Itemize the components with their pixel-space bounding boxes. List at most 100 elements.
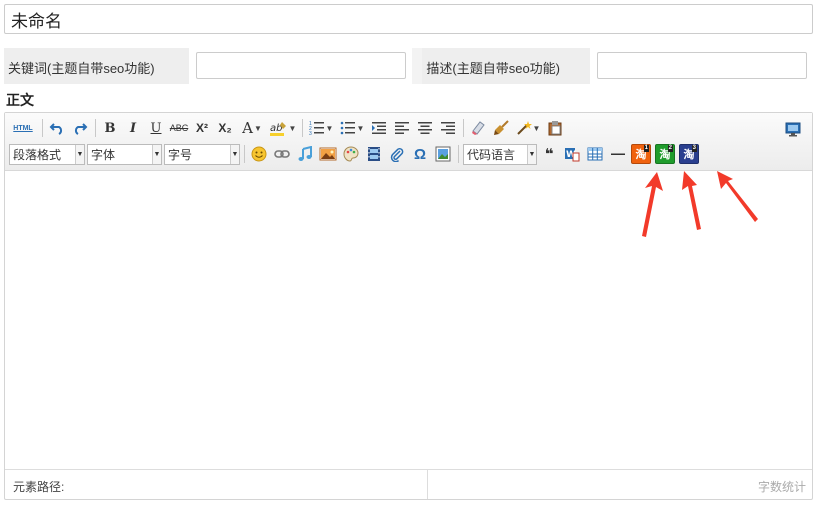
keywords-input[interactable] [195, 52, 407, 79]
taobao-button-3[interactable]: 淘3 [679, 144, 699, 164]
image-icon [319, 147, 337, 161]
palette-icon [343, 146, 359, 162]
fullscreen-button[interactable] [783, 119, 803, 139]
image-button[interactable] [318, 144, 338, 164]
strikethrough-button[interactable]: ABC [169, 118, 189, 138]
chevron-down-icon: ▼ [532, 123, 541, 133]
highlight-icon: ab [269, 122, 286, 136]
brush-icon [494, 120, 509, 135]
undo-button[interactable] [47, 118, 67, 138]
align-center-button[interactable] [415, 118, 435, 138]
music-note-icon [298, 146, 312, 161]
video-button[interactable] [364, 144, 384, 164]
music-button[interactable] [295, 144, 315, 164]
editor-status-bar: 元素路径: 字数统计 [5, 469, 812, 499]
chevron-down-icon: ▼ [356, 123, 365, 133]
rich-text-editor: HTML B I U ABC X² X₂ A ▼ ab ▼ 1 2 3 ▼ ▼ … [4, 112, 813, 500]
indent-icon [372, 122, 386, 134]
highlight-color-button[interactable]: ab ▼ [269, 118, 297, 138]
paragraph-format-label: 段落格式 [13, 147, 62, 162]
font-size-label: 字号 [168, 147, 193, 162]
format-painter-button[interactable] [491, 118, 511, 138]
align-left-button[interactable] [392, 118, 412, 138]
paragraph-format-select[interactable]: 段落格式 ▼ [9, 143, 85, 165]
svg-text:3: 3 [309, 131, 312, 136]
subscript-button[interactable]: X₂ [215, 118, 235, 138]
align-right-button[interactable] [438, 118, 458, 138]
body-label: 正文 [6, 93, 34, 109]
font-color-button[interactable]: A ▼ [238, 118, 266, 138]
toolbar-row-1: HTML B I U ABC X² X₂ A ▼ ab ▼ 1 2 3 ▼ ▼ … [9, 117, 568, 139]
magic-wand-icon [516, 121, 532, 135]
eraser-button[interactable] [468, 118, 488, 138]
font-family-select[interactable]: 字体 ▼ [87, 143, 162, 165]
table-icon [587, 147, 603, 161]
italic-label: I [129, 120, 137, 136]
redo-icon [74, 123, 88, 135]
title-input[interactable] [4, 4, 813, 34]
html-source-button[interactable]: HTML [9, 118, 37, 138]
taobao-badge: 3 [691, 145, 697, 152]
blockquote-button[interactable]: ❝ [539, 144, 559, 164]
chevron-down-icon: ▼ [253, 123, 262, 133]
insert-frame-button[interactable] [433, 144, 453, 164]
underline-button[interactable]: U [146, 118, 166, 138]
film-icon [368, 147, 380, 161]
chevron-down-icon: ▼ [288, 123, 297, 133]
unordered-list-button[interactable]: ▼ [338, 118, 366, 138]
attachment-button[interactable] [387, 144, 407, 164]
chevron-down-icon: ▼ [152, 144, 161, 164]
unordered-list-icon [340, 121, 355, 135]
superscript-button[interactable]: X² [192, 118, 212, 138]
taobao-button-1[interactable]: 淘1 [631, 144, 651, 164]
special-chars-button[interactable]: Ω [410, 144, 430, 164]
taobao-badge: 1 [643, 145, 649, 152]
code-language-select[interactable]: 代码语言 ▼ [463, 143, 537, 165]
paste-from-word-button[interactable]: W [562, 144, 582, 164]
eraser-icon [472, 121, 485, 135]
strike-label: ABC [169, 123, 189, 133]
description-input[interactable] [596, 52, 807, 79]
link-button[interactable] [272, 144, 292, 164]
editor-content-area[interactable] [5, 171, 812, 469]
quote-icon: ❝ [544, 146, 554, 163]
horizontal-line-icon [611, 153, 625, 155]
superscript-label: X² [196, 121, 208, 135]
undo-icon [49, 123, 63, 135]
italic-button[interactable]: I [123, 118, 143, 138]
chevron-down-icon: ▼ [527, 144, 536, 164]
chevron-down-icon: ▼ [325, 123, 334, 133]
description-label: 描述(主题自带seo功能) [422, 48, 591, 84]
seo-meta-row: 关键词(主题自带seo功能) 描述(主题自带seo功能) [4, 48, 813, 84]
horizontal-rule-button[interactable] [608, 144, 628, 164]
picture-frame-icon [435, 146, 451, 162]
chevron-down-icon: ▼ [75, 144, 84, 164]
scrawl-button[interactable] [341, 144, 361, 164]
smiley-icon [251, 146, 267, 162]
subscript-label: X₂ [218, 121, 232, 135]
element-path: 元素路径: [5, 470, 428, 499]
paste-text-button[interactable] [545, 118, 565, 138]
ordered-list-button[interactable]: 123 ▼ [307, 118, 335, 138]
monitor-icon [785, 122, 801, 137]
emoticon-button[interactable] [249, 144, 269, 164]
font-color-label: A [242, 119, 253, 137]
underline-label: U [150, 120, 162, 136]
bold-button[interactable]: B [100, 118, 120, 138]
font-family-label: 字体 [91, 147, 116, 162]
taobao-button-2[interactable]: 淘2 [655, 144, 675, 164]
toolbar-row-2: 段落格式 ▼ 字体 ▼ 字号 ▼ Ω 代码语言 ▼ ❝ W 淘 1 淘 2 淘 … [9, 143, 703, 165]
align-right-icon [441, 122, 455, 134]
font-size-select[interactable]: 字号 ▼ [164, 143, 240, 165]
word-icon: W [565, 148, 580, 162]
clipboard-icon [548, 121, 562, 136]
magic-wand-button[interactable]: ▼ [514, 118, 542, 138]
redo-button[interactable] [70, 118, 90, 138]
insert-table-button[interactable] [585, 144, 605, 164]
ordered-list-icon: 123 [309, 121, 324, 136]
indent-button[interactable] [369, 118, 389, 138]
taobao-badge: 2 [667, 145, 673, 152]
paperclip-icon [390, 147, 404, 162]
html-label: HTML [13, 124, 33, 132]
chevron-down-icon: ▼ [230, 144, 239, 164]
